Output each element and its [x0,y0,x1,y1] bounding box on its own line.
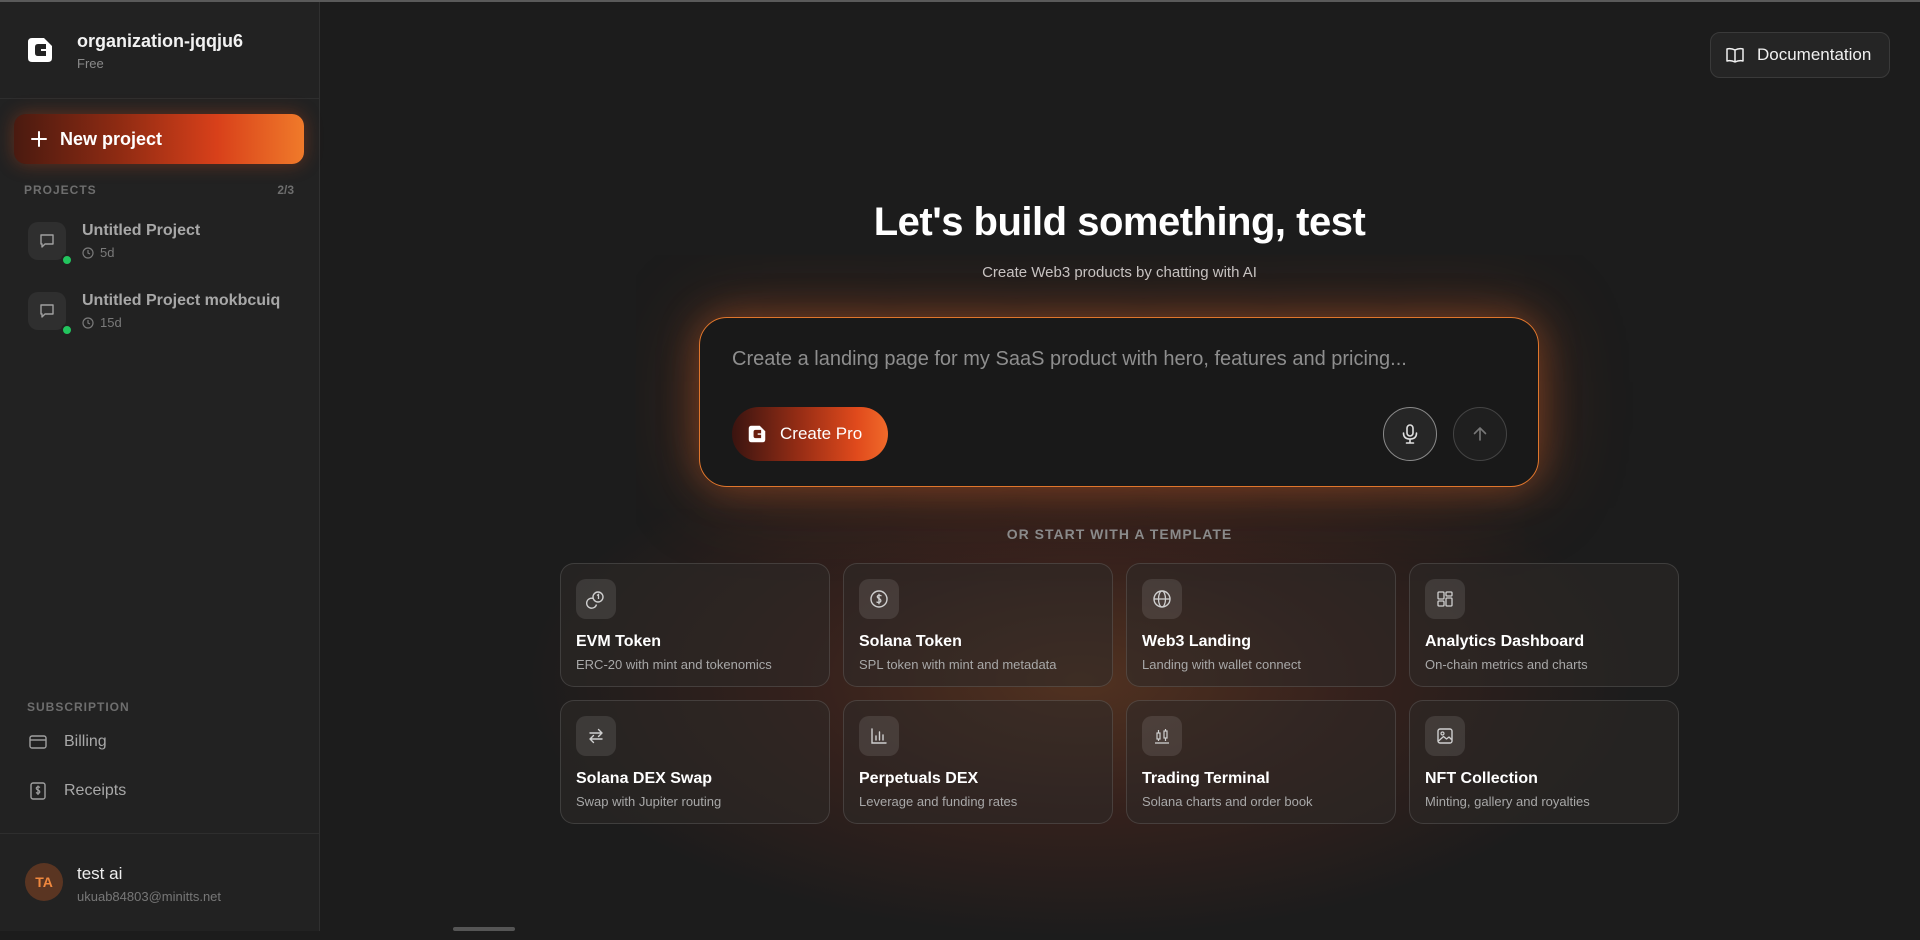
project-title: Untitled Project mokbcuiq [82,292,281,309]
template-description: Solana charts and order book [1142,794,1313,809]
create-pro-button[interactable]: Create Pro [732,407,888,461]
microphone-button[interactable] [1383,407,1437,461]
project-item[interactable]: Untitled Project mokbcuiq 15d [14,282,304,340]
dollar-circle-icon [859,579,899,619]
credit-card-icon [29,735,47,749]
swap-arrows-icon [576,716,616,756]
arrow-up-icon [1473,427,1487,441]
create-pro-label: Create Pro [780,424,863,443]
template-card-nft-collection[interactable]: NFT Collection Minting, gallery and roya… [1409,700,1679,824]
project-age: 15d [100,315,122,330]
template-title: Web3 Landing [1142,633,1252,650]
org-name: organization-jqqju6 [77,31,243,51]
chat-icon [28,292,66,330]
template-title: EVM Token [576,633,662,650]
bar-chart-icon [859,716,899,756]
template-description: Swap with Jupiter routing [576,794,722,809]
app-logo-icon [28,38,52,62]
project-meta: 5d [82,245,114,260]
documentation-label: Documentation [1757,45,1872,64]
dashboard-icon [1425,579,1465,619]
templates-heading: OR START WITH A TEMPLATE [1006,526,1233,542]
template-description: ERC-20 with mint and tokenomics [576,657,772,672]
template-description: On-chain metrics and charts [1425,657,1588,672]
send-button[interactable] [1453,407,1507,461]
page-title: Let's build something, test [873,200,1366,244]
new-project-label: New project [60,128,163,149]
plus-icon [31,131,47,147]
app-logo-icon [748,425,766,443]
receipts-link[interactable]: Receipts [14,771,304,811]
receipt-icon [30,782,46,800]
projects-heading-label: PROJECTS [24,183,97,197]
page-subtitle: Create Web3 products by chatting with AI [982,264,1257,281]
subscription-heading: SUBSCRIPTION [27,700,130,714]
projects-heading: PROJECTS 2/3 [24,183,294,197]
template-description: Landing with wallet connect [1142,657,1301,672]
documentation-button[interactable]: Documentation [1710,32,1890,78]
prompt-input[interactable]: Create a landing page for my SaaS produc… [732,348,1407,371]
book-icon [1726,47,1744,63]
billing-link[interactable]: Billing [14,722,304,762]
user-email: ukuab84803@minitts.net [77,889,222,904]
scrollbar[interactable] [453,927,515,931]
billing-label: Billing [64,733,107,750]
template-description: Minting, gallery and royalties [1425,794,1590,809]
sidebar: organization-jqqju6 Free New project PRO… [0,2,320,931]
user-profile[interactable]: TA test ai ukuab84803@minitts.net [0,833,319,932]
template-title: Solana Token [859,633,962,650]
template-title: Solana DEX Swap [576,770,713,787]
new-project-button[interactable]: New project [14,114,304,164]
template-card-perpetuals-dex[interactable]: Perpetuals DEX Leverage and funding rate… [843,700,1113,824]
template-card-solana-dex-swap[interactable]: Solana DEX Swap Swap with Jupiter routin… [560,700,830,824]
candlestick-icon [1142,716,1182,756]
org-plan: Free [77,56,104,71]
template-title: Analytics Dashboard [1425,633,1585,650]
chat-icon [28,222,66,260]
project-meta: 15d [82,315,122,330]
template-card-web3-landing[interactable]: Web3 Landing Landing with wallet connect [1126,563,1396,687]
online-status-dot [61,324,73,336]
template-title: NFT Collection [1425,770,1538,787]
user-name: test ai [77,864,123,883]
template-card-solana-token[interactable]: Solana Token SPL token with mint and met… [843,563,1113,687]
projects-count: 2/3 [277,183,294,197]
org-switcher[interactable]: organization-jqqju6 Free [0,2,319,99]
image-icon [1425,716,1465,756]
coins-icon [576,579,616,619]
template-title: Perpetuals DEX [859,770,979,787]
avatar: TA [25,863,63,901]
project-item[interactable]: Untitled Project 5d [14,212,304,270]
template-card-analytics-dashboard[interactable]: Analytics Dashboard On-chain metrics and… [1409,563,1679,687]
receipts-label: Receipts [64,782,127,799]
online-status-dot [61,254,73,266]
clock-icon [82,316,94,329]
template-card-evm-token[interactable]: EVM Token ERC-20 with mint and tokenomic… [560,563,830,687]
project-age: 5d [100,245,115,260]
template-description: SPL token with mint and metadata [859,657,1057,672]
template-description: Leverage and funding rates [859,794,1018,809]
microphone-icon [1402,424,1418,444]
template-card-trading-terminal[interactable]: Trading Terminal Solana charts and order… [1126,700,1396,824]
template-title: Trading Terminal [1142,770,1270,787]
clock-icon [82,246,94,259]
globe-icon [1142,579,1182,619]
prompt-box[interactable]: Create a landing page for my SaaS produc… [699,317,1539,487]
project-title: Untitled Project [82,222,201,239]
